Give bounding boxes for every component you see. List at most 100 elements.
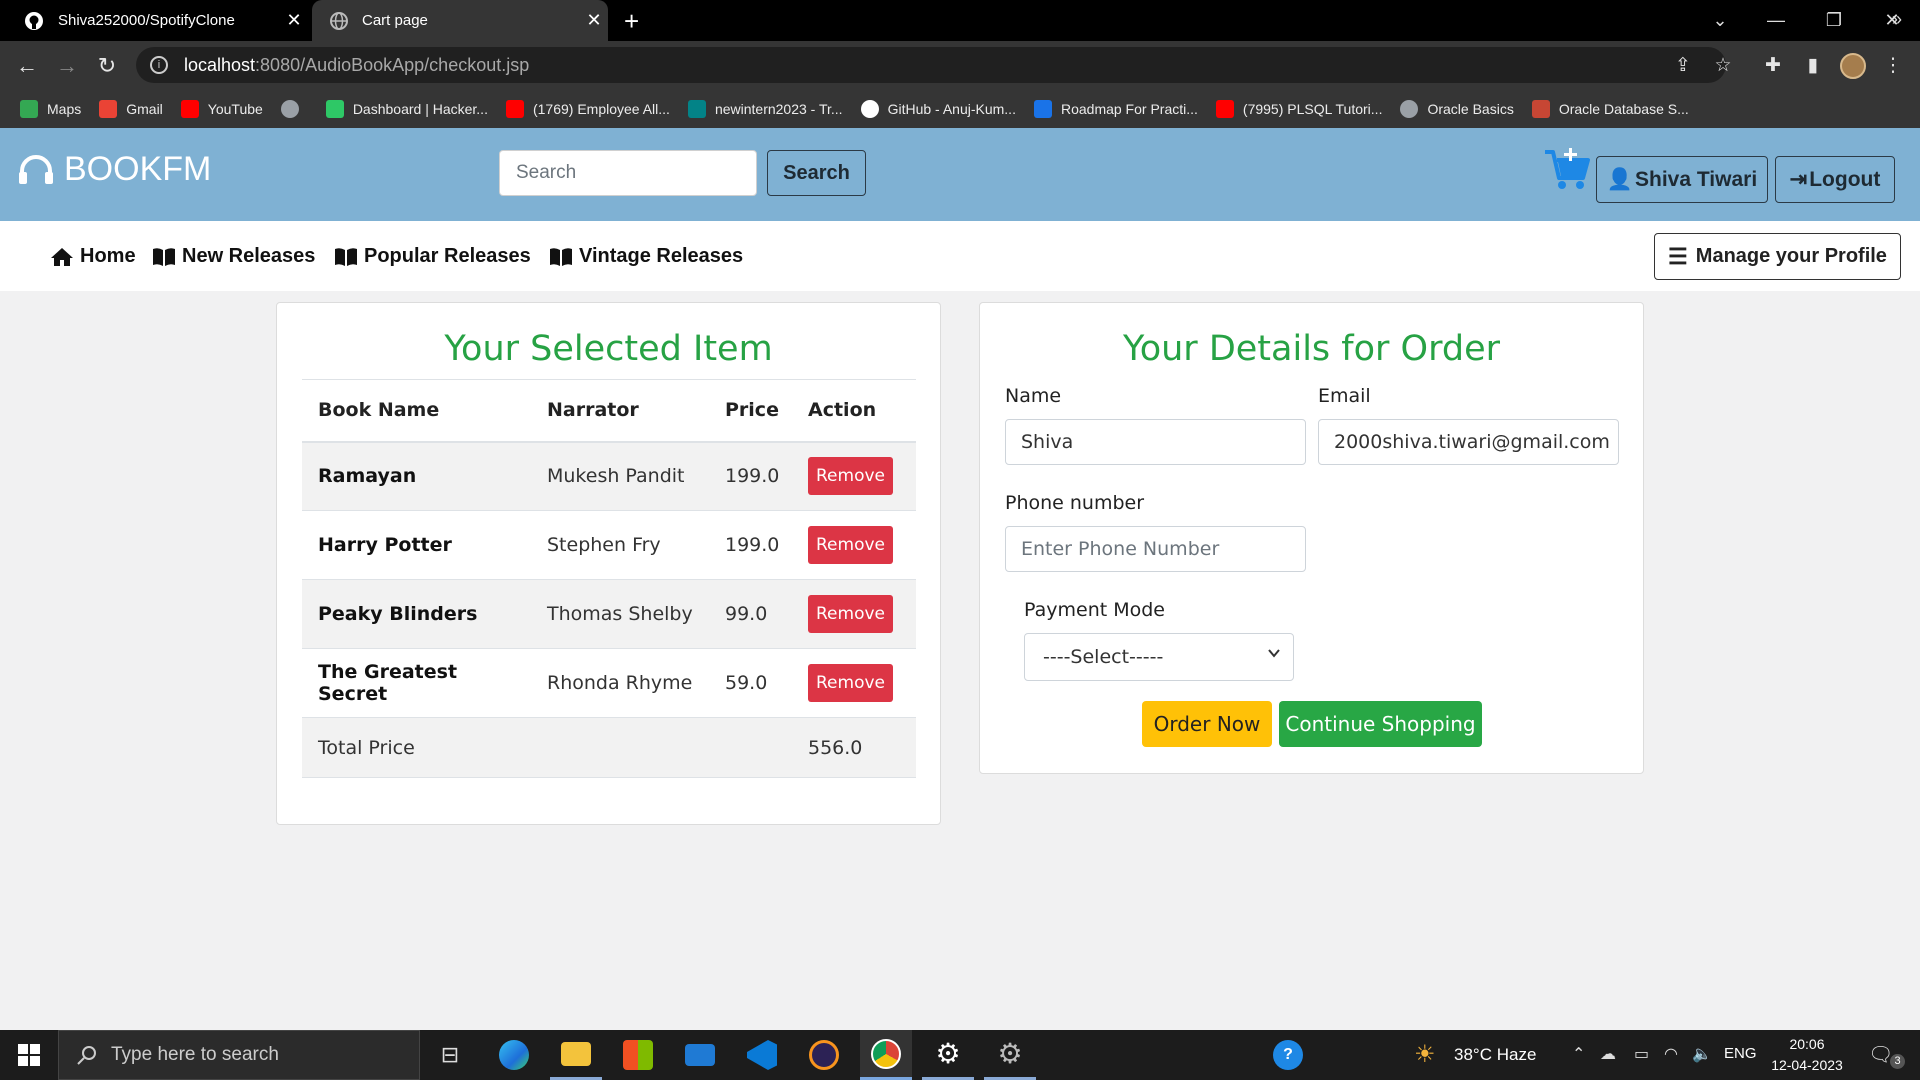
nav-vintage-releases[interactable]: Vintage Releases [549,245,743,268]
vscode-icon[interactable] [736,1030,788,1080]
onedrive-error-icon[interactable]: ☁ [1600,1044,1616,1064]
logout-button[interactable]: ⇥ Logout [1775,156,1895,203]
bookmark-item[interactable]: GitHub - Anuj-Kum... [860,100,1016,118]
forward-arrow-icon[interactable]: → [50,41,84,90]
cell-action: Remove [792,441,916,511]
cell-narrator: Thomas Shelby [531,579,709,649]
manage-profile-button[interactable]: ☰ Manage your Profile [1654,233,1901,280]
maps-icon [20,100,38,118]
shopping-cart-add-icon[interactable] [1543,146,1591,192]
bookmark-item[interactable]: (7995) PLSQL Tutori... [1215,100,1382,118]
minimize-icon[interactable]: — [1748,0,1804,41]
chrome-icon[interactable] [860,1030,912,1080]
task-view-icon[interactable]: ⊟ [424,1030,476,1080]
bookmark-item[interactable]: Oracle Basics [1400,100,1514,118]
name-field[interactable] [1005,419,1306,465]
extensions-puzzle-icon[interactable]: ✚ [1756,41,1790,90]
browser-tab-cart[interactable]: Cart page ✕ [312,0,608,41]
taskbar-clock[interactable]: 20:06 12-04-2023 [1762,1034,1852,1076]
globe-icon [1400,100,1419,118]
weather-text[interactable]: 38°C Haze [1454,1045,1536,1065]
eclipse-icon[interactable] [798,1030,850,1080]
profile-avatar-icon[interactable] [1836,41,1870,90]
remove-button[interactable]: Remove [808,457,893,496]
close-tab-icon[interactable]: ✕ [280,10,308,31]
cell-price: 199.0 [709,441,792,511]
col-book-name: Book Name [302,379,531,443]
payment-mode-select[interactable]: ----Select----- [1024,633,1294,681]
back-arrow-icon[interactable]: ← [10,41,44,90]
cell-narrator: Rhonda Rhyme [531,648,709,718]
bookmarks-overflow-icon[interactable]: » [1892,0,1902,38]
bookmark-item[interactable]: Gmail [99,100,163,118]
email-label: Email [1318,385,1371,407]
tab-title: Cart page [362,12,428,29]
help-icon[interactable]: ? [1262,1030,1314,1080]
weather-haze-icon[interactable]: ☀ [1414,1040,1436,1069]
bookmark-item[interactable]: newintern2023 - Tr... [687,100,843,118]
microsoft-store-icon[interactable] [612,1030,664,1080]
file-explorer-icon[interactable] [550,1030,602,1080]
remove-button[interactable]: Remove [808,664,893,702]
table-row: Harry Potter Stephen Fry 199.0 Remove [302,510,916,580]
bookmark-item[interactable]: YouTube [180,100,263,118]
browser-tab-github[interactable]: Shiva252000/SpotifyClone ✕ [0,0,308,41]
edge-icon[interactable] [488,1030,540,1080]
book-open-icon [153,247,175,266]
bookmark-label: YouTube [207,101,263,117]
table-row: Peaky Blinders Thomas Shelby 99.0 Remove [302,579,916,649]
windows-start-icon[interactable] [0,1030,58,1080]
wifi-icon[interactable]: ◠ [1664,1044,1678,1064]
nav-new-releases[interactable]: New Releases [152,245,315,268]
bookmark-item[interactable]: Dashboard | Hacker... [325,100,488,118]
reload-icon[interactable]: ↻ [90,41,124,90]
side-panel-icon[interactable]: ▮ [1796,41,1830,90]
bookmark-item[interactable]: Roadmap For Practi... [1033,100,1198,118]
app-gear-icon[interactable]: ⚙ [984,1030,1036,1080]
kebab-menu-icon[interactable]: ⋮ [1876,41,1910,90]
brand-name: BOOKFM [64,150,212,188]
search-button[interactable]: Search [767,150,866,196]
settings-gear-icon[interactable]: ⚙ [922,1030,974,1080]
new-tab-plus-icon[interactable]: + [624,6,639,37]
payment-mode-label: Payment Mode [1024,599,1165,621]
bookmarks-bar: Maps Gmail YouTube Dashboard | Hacker... (17… [0,90,1920,128]
youtube-icon [180,100,199,118]
share-icon[interactable]: ⇪ [1666,41,1700,90]
language-indicator[interactable]: ENG [1724,1045,1757,1062]
infinity-icon [1033,100,1052,118]
search-icon [77,1046,96,1065]
email-field[interactable] [1318,419,1619,465]
restore-icon[interactable]: ❐ [1806,0,1862,41]
nav-popular-releases[interactable]: Popular Releases [334,245,531,268]
url-omnibox[interactable]: i localhost:8080/AudioBookApp/checkout.j… [136,47,1726,83]
bookmark-star-icon[interactable]: ☆ [1706,41,1740,90]
continue-shopping-button[interactable]: Continue Shopping [1279,701,1482,747]
user-profile-button[interactable]: 👤 Shiva Tiwari [1596,156,1768,203]
brand-logo[interactable]: BOOKFM [18,150,211,189]
payment-selected-value: ----Select----- [1043,646,1164,668]
order-now-button[interactable]: Order Now [1142,701,1272,747]
close-tab-icon[interactable]: ✕ [580,10,608,31]
url-host: localhost [184,54,256,75]
site-info-icon[interactable]: i [150,56,168,74]
remove-button[interactable]: Remove [808,526,893,564]
bookmark-item[interactable]: Oracle Database S... [1531,100,1689,118]
bookmark-item[interactable] [280,100,308,118]
bookmark-item[interactable]: (1769) Employee All... [505,100,670,118]
bookmark-label: Roadmap For Practi... [1060,101,1198,117]
tray-chevron-up-icon[interactable]: ⌃ [1572,1044,1585,1064]
volume-icon[interactable]: 🔈 [1692,1044,1712,1064]
bookmark-item[interactable]: Maps [20,100,81,118]
globe-icon [280,100,299,118]
nav-home[interactable]: Home [50,245,136,268]
remove-button[interactable]: Remove [808,595,893,633]
mail-icon[interactable] [674,1030,726,1080]
phone-field[interactable] [1005,526,1306,572]
battery-icon[interactable]: ▭ [1634,1044,1649,1064]
cell-narrator: Stephen Fry [531,510,709,580]
tab-search-chevron-icon[interactable]: ⌄ [1692,0,1748,41]
search-input[interactable] [499,150,757,196]
taskbar-search-box[interactable]: Type here to search [58,1030,420,1080]
manage-profile-label: Manage your Profile [1695,245,1887,267]
